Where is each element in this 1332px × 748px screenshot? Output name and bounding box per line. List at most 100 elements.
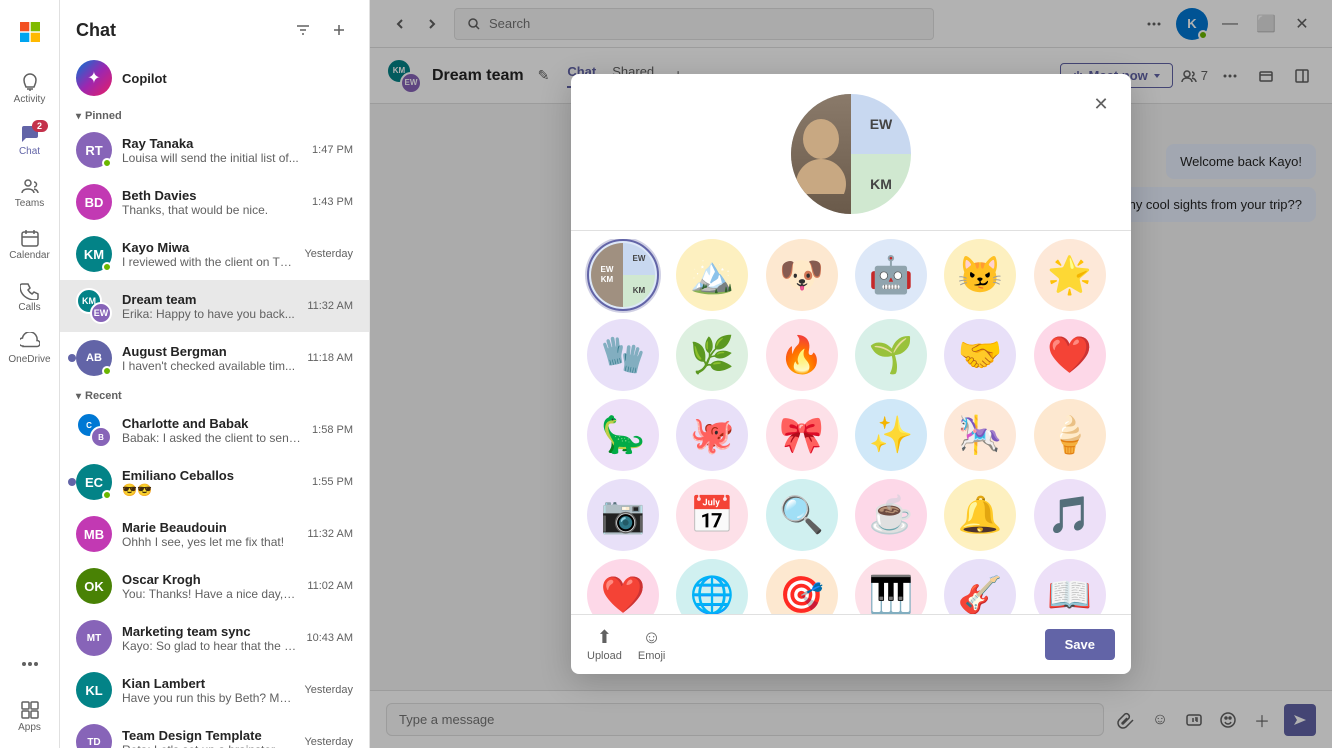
chat-item-marie[interactable]: MB Marie Beaudouin Ohhh I see, yes let m… xyxy=(60,508,369,560)
chat-info: Beth Davies Thanks, that would be nice. xyxy=(122,188,302,217)
sticker-item[interactable]: ❤️ xyxy=(1034,319,1106,391)
chat-item-august-bergman[interactable]: AB August Bergman I haven't checked avai… xyxy=(60,332,369,384)
chat-name: Oscar Krogh xyxy=(122,572,297,587)
sticker-item[interactable]: 🐶 xyxy=(766,239,838,311)
nav-teams[interactable]: Teams xyxy=(6,168,54,216)
sticker-item[interactable]: 🔥 xyxy=(766,319,838,391)
chat-time: 1:47 PM xyxy=(312,144,353,156)
chat-info: Kayo Miwa I reviewed with the client on … xyxy=(122,240,294,269)
upload-button[interactable]: ⬆ Upload xyxy=(587,627,622,662)
online-indicator xyxy=(102,490,112,500)
chat-name: Ray Tanaka xyxy=(122,136,302,151)
nav-apps[interactable]: Apps xyxy=(6,692,54,740)
chat-time: 1:43 PM xyxy=(312,196,353,208)
chat-item-ray-tanaka[interactable]: RT Ray Tanaka Louisa will send the initi… xyxy=(60,124,369,176)
chat-item-beth-davies[interactable]: BD Beth Davies Thanks, that would be nic… xyxy=(60,176,369,228)
chat-time: 11:02 AM xyxy=(307,580,353,592)
unread-dot xyxy=(68,354,76,362)
emoji-button[interactable]: ☺ Emoji xyxy=(638,627,666,662)
avatar-ray-tanaka: RT xyxy=(76,132,112,168)
recent-section-label[interactable]: ▾ Recent xyxy=(60,384,369,404)
chat-item-dream-team[interactable]: KM EW Dream team Erika: Happy to have yo… xyxy=(60,280,369,332)
sticker-item[interactable]: ✨ xyxy=(855,399,927,471)
emoji-icon: ☺ xyxy=(642,627,660,648)
nav-apps-label: Apps xyxy=(18,722,41,733)
chat-name: August Bergman xyxy=(122,344,297,359)
nav-calendar[interactable]: Calendar xyxy=(6,220,54,268)
chat-name: Emiliano Ceballos xyxy=(122,468,302,483)
sticker-item[interactable]: 📅 xyxy=(676,479,748,551)
chat-info: Dream team Erika: Happy to have you back… xyxy=(122,292,297,321)
pinned-section-label[interactable]: ▾ Pinned xyxy=(60,104,369,124)
ms-logo[interactable] xyxy=(6,8,54,56)
sticker-item[interactable]: 🤖 xyxy=(855,239,927,311)
avatar-marie: MB xyxy=(76,516,112,552)
chat-item-oscar[interactable]: OK Oscar Krogh You: Thanks! Have a nice … xyxy=(60,560,369,612)
chat-item-kayo-miwa[interactable]: KM Kayo Miwa I reviewed with the client … xyxy=(60,228,369,280)
group-avatar-q3: KM xyxy=(851,154,911,214)
sticker-item[interactable]: 🎹 xyxy=(855,559,927,614)
avatar-picker-modal: EW KM ✕ EWKM EW KM xyxy=(571,74,1131,674)
online-indicator xyxy=(102,262,112,272)
sticker-item[interactable]: 🧤 xyxy=(587,319,659,391)
sticker-item[interactable]: 🐙 xyxy=(676,399,748,471)
sticker-item[interactable]: 🌿 xyxy=(676,319,748,391)
sticker-item[interactable]: 🔍 xyxy=(766,479,838,551)
sticker-item[interactable]: 🍦 xyxy=(1034,399,1106,471)
footer-actions: ⬆ Upload ☺ Emoji xyxy=(587,627,665,662)
sticker-item[interactable]: 🎸 xyxy=(944,559,1016,614)
copilot-name: Copilot xyxy=(122,71,167,86)
sticker-item[interactable]: ☕ xyxy=(855,479,927,551)
chat-item-marketing[interactable]: MT Marketing team sync Kayo: So glad to … xyxy=(60,612,369,664)
sticker-item[interactable]: 📷 xyxy=(587,479,659,551)
pinned-arrow: ▾ xyxy=(76,111,81,122)
chat-time: Yesterday xyxy=(304,684,353,696)
sticker-item[interactable]: 🌟 xyxy=(1034,239,1106,311)
sticker-item[interactable]: 😼 xyxy=(944,239,1016,311)
copilot-avatar: ✦ xyxy=(76,60,112,96)
nav-calls[interactable]: Calls xyxy=(6,272,54,320)
chat-time: Yesterday xyxy=(304,248,353,260)
sticker-item[interactable]: ❤️ xyxy=(587,559,659,614)
nav-onedrive[interactable]: OneDrive xyxy=(6,324,54,372)
chat-time: 11:32 AM xyxy=(307,300,353,312)
new-chat-button[interactable] xyxy=(325,16,353,44)
sticker-item[interactable]: 🎀 xyxy=(766,399,838,471)
avatar-kian: KL xyxy=(76,672,112,708)
save-button[interactable]: Save xyxy=(1045,629,1115,660)
chat-info: Marketing team sync Kayo: So glad to hea… xyxy=(122,624,297,653)
sticker-item[interactable]: 🎠 xyxy=(944,399,1016,471)
sticker-item[interactable]: 🏔️ xyxy=(676,239,748,311)
chat-name: Dream team xyxy=(122,292,297,307)
online-indicator xyxy=(102,158,112,168)
chat-name: Kian Lambert xyxy=(122,676,294,691)
sticker-item[interactable]: 🦕 xyxy=(587,399,659,471)
sticker-item[interactable]: 🎵 xyxy=(1034,479,1106,551)
sticker-item[interactable]: 🤝 xyxy=(944,319,1016,391)
filter-button[interactable] xyxy=(289,16,317,44)
sticker-item[interactable]: 🌱 xyxy=(855,319,927,391)
chat-item-emiliano[interactable]: EC Emiliano Ceballos 😎😎 1:55 PM xyxy=(60,456,369,508)
chat-item-team-design[interactable]: TD Team Design Template Reta: Let's set … xyxy=(60,716,369,748)
chat-info: August Bergman I haven't checked availab… xyxy=(122,344,297,373)
sticker-item[interactable]: 🔔 xyxy=(944,479,1016,551)
sticker-item[interactable]: EWKM EW KM xyxy=(587,239,659,311)
sticker-item[interactable]: 📖 xyxy=(1034,559,1106,614)
main-area: K — ⬜ ✕ KM EW Dream team ✎ Chat Shared ＋… xyxy=(370,0,1332,748)
sticker-item[interactable]: 🌐 xyxy=(676,559,748,614)
chat-info: Oscar Krogh You: Thanks! Have a nice day… xyxy=(122,572,297,601)
chat-item-charlotte-babak[interactable]: C B Charlotte and Babak Babak: I asked t… xyxy=(60,404,369,456)
nav-more[interactable] xyxy=(6,640,54,688)
recent-arrow: ▾ xyxy=(76,391,81,402)
nav-activity[interactable]: Activity xyxy=(6,64,54,112)
chat-time: 1:58 PM xyxy=(312,424,353,436)
chat-item-kian[interactable]: KL Kian Lambert Have you run this by Bet… xyxy=(60,664,369,716)
nav-chat[interactable]: 2 Chat xyxy=(6,116,54,164)
chat-info: Marie Beaudouin Ohhh I see, yes let me f… xyxy=(122,520,297,549)
modal-close-button[interactable]: ✕ xyxy=(1087,90,1115,118)
chat-info: Ray Tanaka Louisa will send the initial … xyxy=(122,136,302,165)
sidebar: Chat ✦ Copilot ▾ Pinned RT Ray Tana xyxy=(60,0,370,748)
upload-label: Upload xyxy=(587,650,622,662)
sticker-item[interactable]: 🎯 xyxy=(766,559,838,614)
copilot-item[interactable]: ✦ Copilot xyxy=(60,52,369,104)
